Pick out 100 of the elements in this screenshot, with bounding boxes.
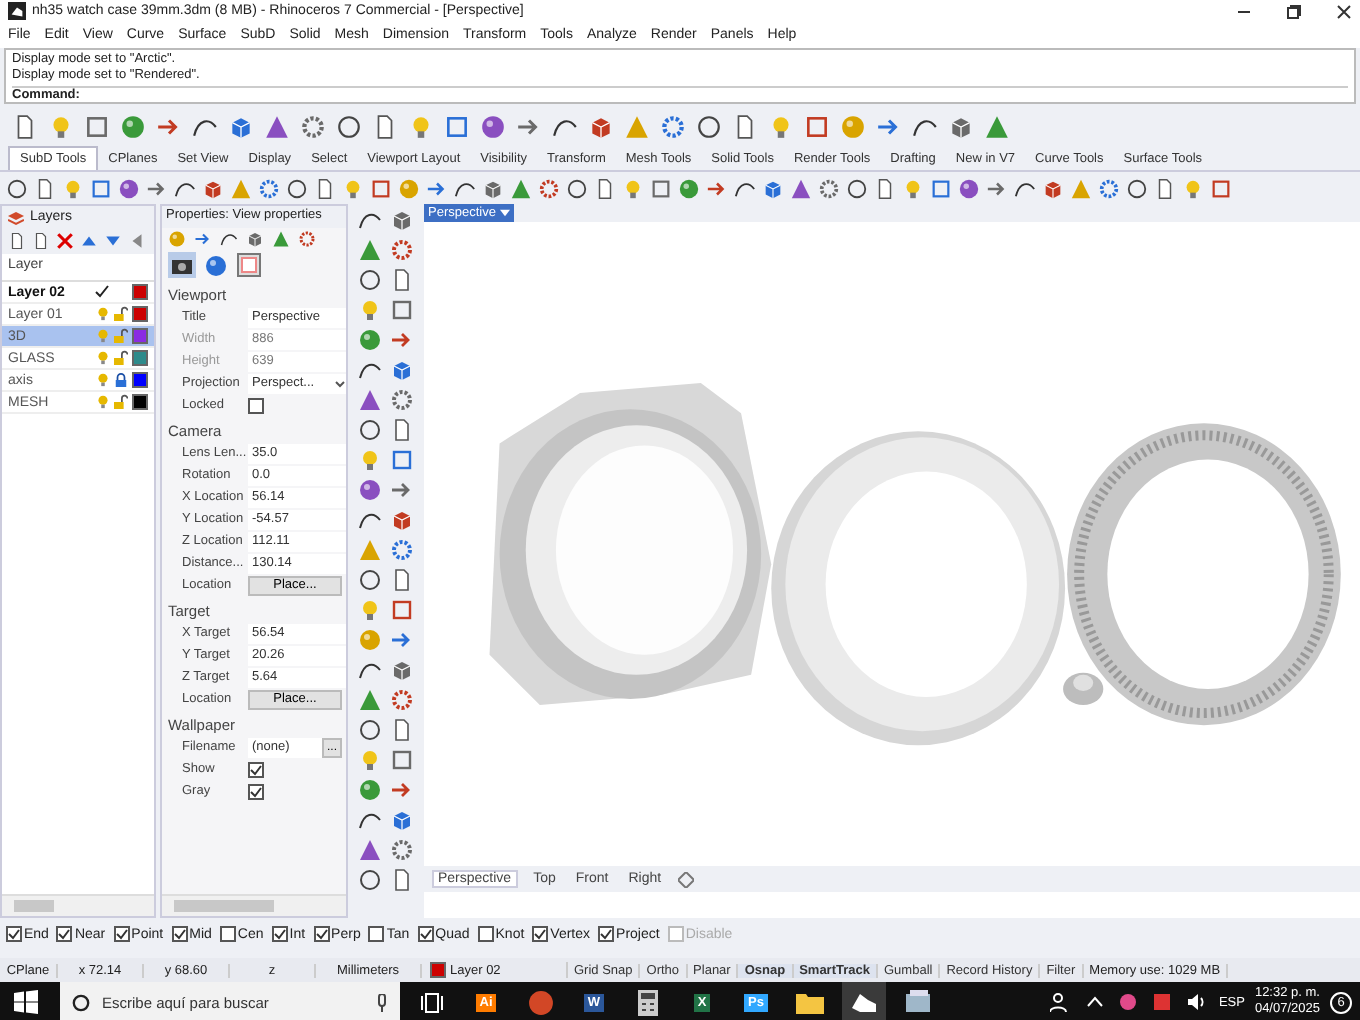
bulb-icon[interactable]: [902, 177, 924, 199]
square-icon[interactable]: [390, 448, 414, 472]
curve-icon[interactable]: [220, 230, 238, 248]
circle-icon[interactable]: [846, 177, 868, 199]
bulb-icon[interactable]: [96, 306, 110, 322]
cube-icon[interactable]: [246, 230, 264, 248]
checkbox[interactable]: [219, 926, 236, 942]
curve-icon[interactable]: [358, 658, 382, 682]
circle-icon[interactable]: [6, 177, 28, 199]
unlocked-lock-icon[interactable]: [114, 328, 128, 344]
curve-icon[interactable]: [174, 177, 196, 199]
square-icon[interactable]: [90, 177, 112, 199]
circle-icon[interactable]: [566, 177, 588, 199]
cone-icon[interactable]: [984, 113, 1010, 139]
curve-icon[interactable]: [1014, 177, 1036, 199]
gear-icon[interactable]: [298, 230, 316, 248]
bulb-icon[interactable]: [358, 448, 382, 472]
bulb-icon[interactable]: [622, 177, 644, 199]
curve-icon[interactable]: [358, 358, 382, 382]
layer-color-swatch[interactable]: [132, 328, 148, 344]
document-icon[interactable]: [390, 868, 414, 892]
left-icon[interactable]: [128, 232, 146, 250]
circle-icon[interactable]: [358, 718, 382, 742]
circle-icon[interactable]: [336, 113, 362, 139]
bulb-icon[interactable]: [768, 113, 794, 139]
checkbox[interactable]: [598, 926, 615, 942]
sphere-icon[interactable]: [120, 113, 146, 139]
checkbox[interactable]: [171, 926, 188, 942]
arrow-icon[interactable]: [390, 478, 414, 502]
folder-icon[interactable]: [796, 991, 824, 1013]
cube-icon[interactable]: [390, 208, 414, 232]
curve-icon[interactable]: [358, 808, 382, 832]
people-icon[interactable]: [1050, 992, 1073, 1012]
circle-icon[interactable]: [358, 568, 382, 592]
checkbox[interactable]: [248, 761, 264, 777]
circle-icon[interactable]: [286, 177, 308, 199]
layer-color-swatch[interactable]: [132, 284, 148, 300]
lock-icon[interactable]: [114, 372, 128, 388]
circle-icon[interactable]: [1126, 177, 1148, 199]
frame-icon[interactable]: [236, 252, 262, 278]
document-icon[interactable]: [34, 177, 56, 199]
camera-icon[interactable]: [168, 252, 196, 278]
checkbox[interactable]: [477, 926, 494, 942]
close-icon[interactable]: [1336, 3, 1352, 19]
document-icon[interactable]: [594, 177, 616, 199]
start-icon[interactable]: [14, 990, 38, 1014]
gear-icon[interactable]: [390, 538, 414, 562]
square-icon[interactable]: [370, 177, 392, 199]
gear-icon[interactable]: [1098, 177, 1120, 199]
square-icon[interactable]: [804, 113, 830, 139]
bulb-icon[interactable]: [96, 372, 110, 388]
gear-icon[interactable]: [258, 177, 280, 199]
unlocked-lock-icon[interactable]: [114, 394, 128, 410]
up-icon[interactable]: [80, 232, 98, 250]
sphere-icon[interactable]: [480, 113, 506, 139]
gear-icon[interactable]: [390, 838, 414, 862]
bulb-icon[interactable]: [358, 598, 382, 622]
gear-icon[interactable]: [818, 177, 840, 199]
cone-icon[interactable]: [790, 177, 812, 199]
bulb-icon[interactable]: [358, 748, 382, 772]
cone-icon[interactable]: [510, 177, 532, 199]
document-icon[interactable]: [390, 418, 414, 442]
circle-icon[interactable]: [696, 113, 722, 139]
checkbox[interactable]: [248, 397, 264, 413]
speaker-icon[interactable]: [1186, 992, 1207, 1012]
bulb-icon[interactable]: [96, 350, 110, 366]
bulb-icon[interactable]: [342, 177, 364, 199]
square-icon[interactable]: [84, 113, 110, 139]
gear-icon[interactable]: [390, 688, 414, 712]
sphere-icon[interactable]: [958, 177, 980, 199]
square-icon[interactable]: [1210, 177, 1232, 199]
sphere-icon[interactable]: [678, 177, 700, 199]
square-icon[interactable]: [390, 748, 414, 772]
curve-icon[interactable]: [358, 508, 382, 532]
cube-icon[interactable]: [762, 177, 784, 199]
sphere-icon[interactable]: [358, 478, 382, 502]
cube-icon[interactable]: [390, 508, 414, 532]
cube-icon[interactable]: [1042, 177, 1064, 199]
chevron-up-icon[interactable]: [1086, 996, 1105, 1008]
gear-icon[interactable]: [300, 113, 326, 139]
add-tab-icon[interactable]: [677, 871, 694, 887]
checkbox[interactable]: [532, 926, 549, 942]
checkbox[interactable]: [248, 783, 264, 799]
checkbox[interactable]: [368, 926, 385, 942]
checkbox[interactable]: [6, 926, 22, 942]
gear-icon[interactable]: [390, 388, 414, 412]
curve-icon[interactable]: [358, 208, 382, 232]
document-icon[interactable]: [874, 177, 896, 199]
document-icon[interactable]: [390, 568, 414, 592]
circle-icon[interactable]: [358, 268, 382, 292]
cube-icon[interactable]: [202, 177, 224, 199]
bulb-icon[interactable]: [408, 113, 434, 139]
checkbox[interactable]: [271, 926, 288, 942]
gear-icon[interactable]: [390, 238, 414, 262]
cube-icon[interactable]: [948, 113, 974, 139]
scrollbar[interactable]: [2, 894, 154, 916]
calculator-icon[interactable]: [638, 989, 658, 1015]
document-icon[interactable]: [314, 177, 336, 199]
document-icon[interactable]: [732, 113, 758, 139]
square-icon[interactable]: [390, 298, 414, 322]
